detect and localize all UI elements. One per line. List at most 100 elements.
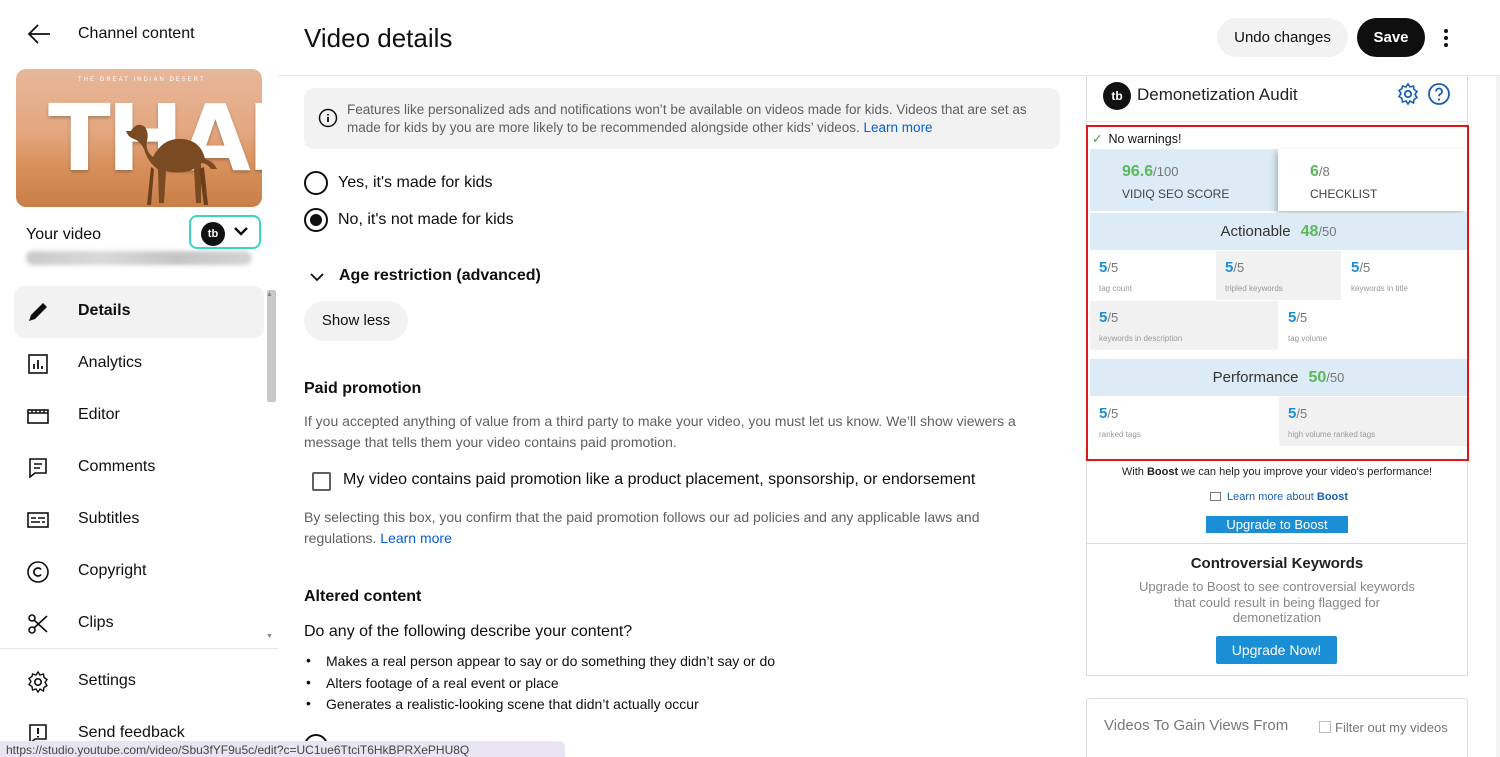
learn-more-boost-link[interactable]: Learn more about Boost — [1210, 491, 1348, 503]
gear-icon — [28, 670, 48, 694]
panel-divider — [1087, 543, 1467, 544]
age-restriction-label: Age restriction (advanced) — [339, 267, 541, 284]
gear-icon[interactable] — [1396, 82, 1420, 106]
list-item: Alters footage of a real event or place — [304, 674, 775, 697]
tubebuddy-logo-icon: tb — [201, 222, 225, 246]
sidebar-item-label: Clips — [78, 614, 114, 631]
metric-high-volume-ranked-tags: 5/5 high volume ranked tags — [1279, 397, 1467, 446]
metric-ranked-tags: 5/5 ranked tags — [1090, 397, 1278, 446]
sidebar: Channel content THE GREAT INDIAN DESERT … — [0, 0, 278, 757]
info-learn-more-link[interactable]: Learn more — [864, 120, 933, 135]
analytics-icon — [28, 354, 48, 374]
sidebar-item-comments[interactable]: Comments — [14, 442, 264, 494]
seo-score-value: 96.6/100 — [1122, 163, 1179, 180]
scissors-icon — [28, 614, 48, 634]
videos-to-gain-views-panel: Videos To Gain Views From Filter out my … — [1086, 698, 1468, 757]
sidebar-item-details[interactable]: Details — [14, 286, 264, 338]
list-item: Makes a real person appear to say or do … — [304, 652, 775, 675]
radio-no-label: No, it's not made for kids — [338, 211, 514, 228]
paid-promotion-note-block: By selecting this box, you confirm that … — [304, 507, 1034, 549]
upgrade-now-button[interactable]: Upgrade Now! — [1216, 636, 1337, 664]
pencil-icon — [29, 303, 47, 321]
help-icon[interactable] — [1427, 82, 1451, 106]
sidebar-item-label: Analytics — [78, 354, 143, 371]
chevron-down-icon — [234, 227, 248, 236]
performance-header: Performance 50/50 — [1090, 359, 1467, 396]
sidebar-item-label: Details — [78, 302, 131, 319]
checklist-value: 6/8 — [1310, 163, 1330, 180]
comments-icon — [29, 458, 47, 479]
controversial-keywords-text: Upgrade to Boost to see controversial ke… — [1138, 579, 1416, 625]
sidebar-item-label: Editor — [78, 406, 120, 423]
sidebar-item-analytics[interactable]: Analytics — [14, 338, 264, 390]
sidebar-item-settings[interactable]: Settings — [14, 656, 264, 708]
blurred-video-link — [26, 251, 252, 265]
sidebar-divider — [0, 648, 278, 649]
thumbnail-tagline: THE GREAT INDIAN DESERT — [78, 77, 206, 83]
more-options-icon[interactable] — [1436, 26, 1456, 50]
chevron-down-icon — [310, 273, 324, 282]
status-bar-url: https://studio.youtube.com/video/Sbu3fYF… — [0, 741, 565, 757]
tubebuddy-menu-button[interactable]: tb — [189, 215, 261, 249]
paid-promotion-description: If you accepted anything of value from a… — [304, 413, 1016, 450]
info-text-block: Features like personalized ads and notif… — [347, 101, 1037, 137]
show-less-button[interactable]: Show less — [304, 301, 408, 341]
altered-content-heading: Altered content — [304, 588, 422, 605]
paid-promotion-learn-more-link[interactable]: Learn more — [380, 530, 452, 546]
your-video-label: Your video — [26, 226, 102, 243]
scroll-down-icon[interactable]: ▼ — [266, 633, 273, 640]
actionable-header: Actionable 48/50 — [1090, 213, 1467, 250]
paid-promotion-heading: Paid promotion — [304, 380, 422, 397]
radio-yes[interactable] — [304, 171, 328, 195]
channel-content-title: Channel content — [78, 25, 195, 42]
boost-promo-text: With Boost we can help you improve your … — [1121, 466, 1433, 478]
radio-yes-label: Yes, it's made for kids — [338, 174, 493, 191]
made-for-kids-info: Features like personalized ads and notif… — [304, 88, 1060, 149]
altered-content-list: Makes a real person appear to say or do … — [304, 652, 775, 718]
page-scrollbar-track[interactable] — [1496, 76, 1500, 757]
filter-my-videos-checkbox[interactable]: Filter out my videos — [1319, 720, 1448, 735]
metric-tripled-keywords: 5/5 tripled keywords — [1216, 251, 1341, 300]
studio-page: Channel content THE GREAT INDIAN DESERT … — [0, 0, 1500, 757]
audit-score-box: ✓ No warnings! 96.6/100 VIDIQ SEO SCORE 6… — [1086, 125, 1469, 461]
metric-tag-volume: 5/5 tag volume — [1279, 301, 1467, 350]
sidebar-item-copyright[interactable]: Copyright — [14, 546, 264, 598]
sidebar-item-label: Subtitles — [78, 510, 140, 527]
list-item: Generates a realistic-looking scene that… — [304, 695, 775, 718]
metric-keywords-in-title: 5/5 keywords in title — [1342, 251, 1467, 300]
checklist-label: CHECKLIST — [1310, 187, 1378, 201]
sidebar-item-clips[interactable]: Clips — [14, 598, 264, 650]
videos-gain-title: Videos To Gain Views From — [1104, 717, 1289, 734]
paid-promotion-checkbox[interactable] — [312, 472, 331, 491]
sidebar-item-editor[interactable]: Editor — [14, 390, 264, 442]
controversial-keywords-title: Controversial Keywords — [1190, 555, 1364, 572]
radio-no[interactable] — [304, 208, 328, 232]
seo-score-tab[interactable]: 96.6/100 VIDIQ SEO SCORE — [1090, 149, 1278, 211]
sidebar-item-subtitles[interactable]: Subtitles — [14, 494, 264, 546]
copyright-icon — [27, 561, 49, 583]
subtitles-icon — [27, 512, 49, 528]
sidebar-item-label: Comments — [78, 458, 156, 475]
checkbox-icon — [1319, 721, 1331, 733]
video-thumbnail[interactable]: THE GREAT INDIAN DESERT THAR — [16, 69, 262, 207]
undo-changes-button[interactable]: Undo changes — [1217, 18, 1348, 57]
camel-illustration — [126, 124, 217, 205]
upgrade-to-boost-button[interactable]: Upgrade to Boost — [1206, 516, 1348, 533]
seo-score-label: VIDIQ SEO SCORE — [1122, 187, 1230, 201]
metric-tag-count: 5/5 tag count — [1090, 251, 1215, 300]
panel-header: tb Demonetization Audit — [1087, 76, 1467, 122]
sidebar-item-label: Settings — [78, 672, 136, 689]
altered-content-question: Do any of the following describe your co… — [304, 623, 633, 640]
tubebuddy-logo-icon: tb — [1103, 82, 1131, 110]
back-arrow-icon[interactable] — [26, 22, 52, 46]
sidebar-item-label: Send feedback — [78, 724, 185, 741]
checklist-tab[interactable]: 6/8 CHECKLIST — [1278, 149, 1467, 211]
scroll-up-icon[interactable]: ▲ — [266, 291, 273, 298]
panel-title: Demonetization Audit — [1137, 85, 1298, 104]
sidebar-scrollbar[interactable] — [267, 290, 276, 402]
info-icon — [318, 108, 338, 128]
metric-keywords-in-description: 5/5 keywords in description — [1090, 301, 1278, 350]
page-title: Video details — [304, 23, 453, 53]
status-badge: ✓ No warnings! — [1092, 132, 1182, 146]
save-button[interactable]: Save — [1357, 18, 1425, 57]
